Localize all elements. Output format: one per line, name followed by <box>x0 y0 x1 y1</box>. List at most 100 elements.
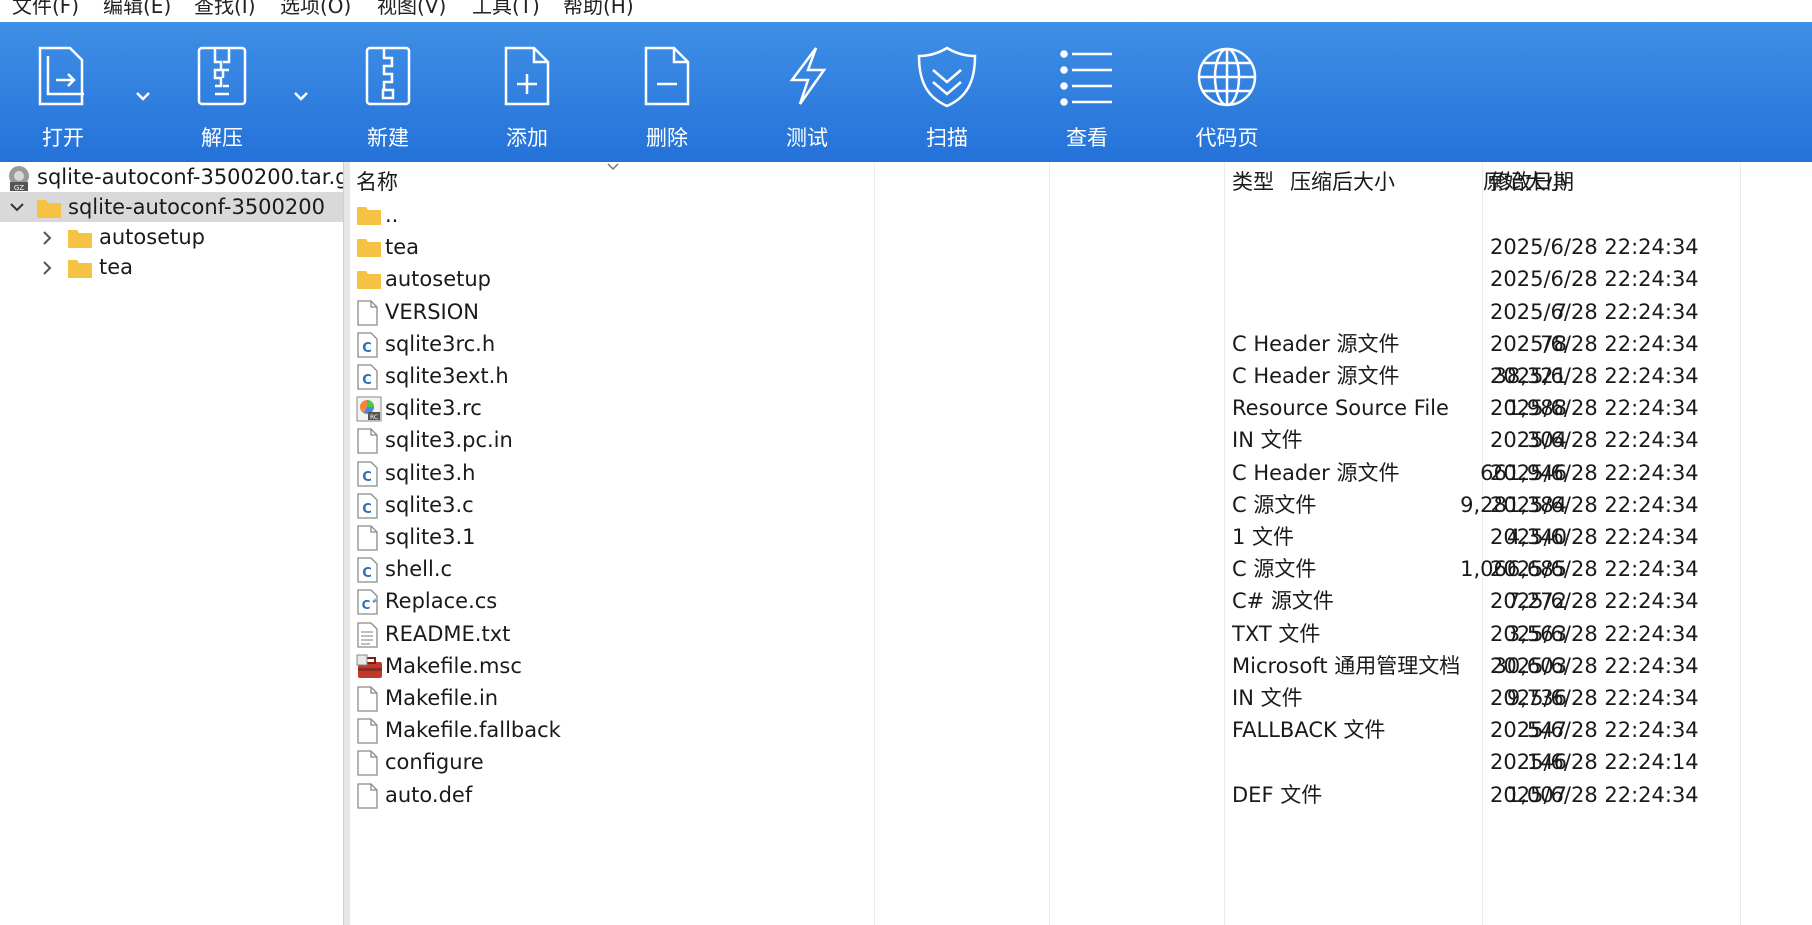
column-header-modified[interactable]: 修改日期 <box>1490 162 1730 202</box>
open-button[interactable]: 打开 <box>8 22 118 162</box>
menu-file[interactable]: 文件(F) <box>12 0 79 19</box>
file-modified: 2025/6/28 22:24:34 <box>1490 557 1699 582</box>
view-button[interactable]: 查看 <box>1032 22 1142 162</box>
expanded-chevron-icon[interactable] <box>9 200 25 214</box>
add-button[interactable]: 添加 <box>472 22 582 162</box>
open-label: 打开 <box>42 126 84 150</box>
menu-help[interactable]: 帮助(H) <box>563 0 634 19</box>
file-row[interactable]: RC sqlite3.rc 1,988 Resource Source File 202… <box>350 392 1750 424</box>
file-modified: 2025/6/28 22:24:34 <box>1490 782 1699 807</box>
cs-file-icon: C # <box>356 589 382 616</box>
file-icon <box>356 525 382 551</box>
column-header-name[interactable]: 名称 <box>356 162 866 202</box>
file-modified: 2025/6/28 22:24:34 <box>1490 364 1699 388</box>
file-type: C Header 源文件 <box>1232 460 1400 485</box>
file-name: sqlite3.c <box>385 492 474 517</box>
file-row[interactable]: Makefile.in 9,736 IN 文件 2025/6/28 22:24:34 <box>350 682 1750 714</box>
view-label: 查看 <box>1066 126 1108 150</box>
tree-item-label: tea <box>99 255 134 279</box>
file-modified: 2025/6/28 22:24:34 <box>1490 589 1699 614</box>
svg-text:C: C <box>362 341 372 356</box>
extract-button[interactable]: 解压 <box>167 22 277 162</box>
file-type <box>1232 263 1492 295</box>
menu-view[interactable]: 视图(V) <box>377 0 446 19</box>
codepage-label: 代码页 <box>1195 126 1259 150</box>
file-row[interactable]: Cshell.c 1,066,685 C 源文件 2025/6/28 22:24:34 <box>350 553 1750 585</box>
test-button[interactable]: 测试 <box>752 22 862 162</box>
file-row[interactable]: Csqlite3rc.h 78 C Header 源文件 2025/6/28 22:2… <box>350 328 1750 360</box>
delete-label: 删除 <box>646 126 688 150</box>
file-row[interactable]: Makefile.fallback 547 FALLBACK 文件 2025/6/28… <box>350 714 1750 746</box>
delete-button[interactable]: 删除 <box>612 22 722 162</box>
svg-text:C: C <box>362 470 372 485</box>
file-row[interactable]: sqlite3.pc.in 304 IN 文件 2025/6/28 22:24:34 <box>350 424 1750 456</box>
folder-icon <box>68 260 92 278</box>
file-row[interactable]: VERSION 7 2025/6/28 22:24:34 <box>350 296 1750 328</box>
file-type: DEF 文件 <box>1232 782 1323 807</box>
file-name: auto.def <box>385 782 473 807</box>
file-type: C 源文件 <box>1232 492 1317 517</box>
file-icon <box>356 428 382 455</box>
extract-dropdown-chevron-icon[interactable] <box>289 84 313 108</box>
delete-icon <box>644 46 690 106</box>
folder-tree: GZ sqlite-autoconf-3500200.tar.gz sqlite… <box>0 162 360 925</box>
file-modified: 2025/6/28 22:24:34 <box>1490 492 1699 517</box>
file-row[interactable]: README.txt 3,563 TXT 文件 2025/6/28 22:24:34 <box>350 618 1750 650</box>
tree-archive-label: sqlite-autoconf-3500200.tar.gz <box>37 165 360 189</box>
file-name: Makefile.msc <box>385 653 522 678</box>
file-modified: 2025/6/28 22:24:34 <box>1490 621 1699 646</box>
file-type: Microsoft 通用管理文档 <box>1232 653 1461 678</box>
test-icon <box>789 47 827 105</box>
file-row[interactable]: autosetup 2025/6/28 22:24:34 <box>350 263 1750 295</box>
file-modified: 2025/6/28 22:24:34 <box>1490 686 1699 710</box>
file-row[interactable]: Makefile.msc 30,603 Microsoft 通用管理文档 2025/6… <box>350 650 1750 682</box>
column-header-type[interactable]: 类型 <box>1232 162 1472 202</box>
menu-tools[interactable]: 工具(T) <box>472 0 540 19</box>
file-name: autosetup <box>385 267 491 292</box>
file-type <box>1232 231 1492 263</box>
codepage-button[interactable]: 代码页 <box>1172 22 1282 162</box>
file-row[interactable]: C # Replace.cs 7,272 C# 源文件 2025/6/28 22:24:3… <box>350 585 1750 617</box>
collapsed-chevron-icon[interactable] <box>40 260 54 276</box>
file-modified <box>1490 199 1750 231</box>
tree-root-label: sqlite-autoconf-3500200 <box>68 195 325 219</box>
svg-text:GZ: GZ <box>14 184 24 191</box>
tree-root-node[interactable]: sqlite-autoconf-3500200 <box>0 192 343 222</box>
file-row[interactable]: configure 146 2025/6/28 22:24:14 <box>350 746 1750 778</box>
file-row[interactable]: Csqlite3.c 9,281,384 C 源文件 2025/6/28 22:24:… <box>350 489 1750 521</box>
view-list-icon <box>1060 50 1112 106</box>
file-type: C 源文件 <box>1232 557 1317 582</box>
collapsed-chevron-icon[interactable] <box>40 230 54 246</box>
file-name: configure <box>385 750 484 775</box>
extract-icon <box>197 46 247 106</box>
new-archive-button[interactable]: 新建 <box>333 22 443 162</box>
file-modified: 2025/6/28 22:24:34 <box>1490 525 1699 549</box>
rc-file-icon: RC <box>356 396 382 422</box>
scan-label: 扫描 <box>926 126 968 150</box>
file-row[interactable]: Csqlite3ext.h 38,321 C Header 源文件 2025/6/28… <box>350 360 1750 392</box>
scan-button[interactable]: 扫描 <box>892 22 1002 162</box>
file-name: sqlite3rc.h <box>385 331 496 356</box>
file-type: TXT 文件 <box>1232 621 1321 646</box>
file-row[interactable]: .. <box>350 199 1750 231</box>
menu-options[interactable]: 选项(O) <box>280 0 351 19</box>
file-row[interactable]: sqlite3.1 4,340 1 文件 2025/6/28 22:24:34 <box>350 521 1750 553</box>
tree-item-autosetup[interactable]: autosetup <box>0 222 343 252</box>
file-modified: 2025/6/28 22:24:34 <box>1490 267 1699 292</box>
menu-find[interactable]: 查找(I) <box>194 0 256 19</box>
panel-splitter[interactable] <box>343 162 350 925</box>
file-modified: 2025/6/28 22:24:34 <box>1490 396 1699 421</box>
folder-icon <box>356 203 382 229</box>
menu-edit[interactable]: 编辑(E) <box>103 0 171 19</box>
file-row[interactable]: Csqlite3.h 661,946 C Header 源文件 2025/6/28 2… <box>350 457 1750 489</box>
file-row[interactable]: tea 2025/6/28 22:24:34 <box>350 231 1750 263</box>
file-name: sqlite3.rc <box>385 396 482 421</box>
extract-label: 解压 <box>201 126 243 150</box>
open-dropdown-chevron-icon[interactable] <box>131 84 155 108</box>
tree-archive-node[interactable]: GZ sqlite-autoconf-3500200.tar.gz <box>0 162 360 192</box>
file-row[interactable]: auto.def 1,007 DEF 文件 2025/6/28 22:24:34 <box>350 779 1750 811</box>
file-type <box>1232 199 1492 231</box>
file-modified: 2025/6/28 22:24:34 <box>1490 718 1699 743</box>
file-type: C Header 源文件 <box>1232 331 1400 356</box>
tree-item-tea[interactable]: tea <box>0 252 343 282</box>
